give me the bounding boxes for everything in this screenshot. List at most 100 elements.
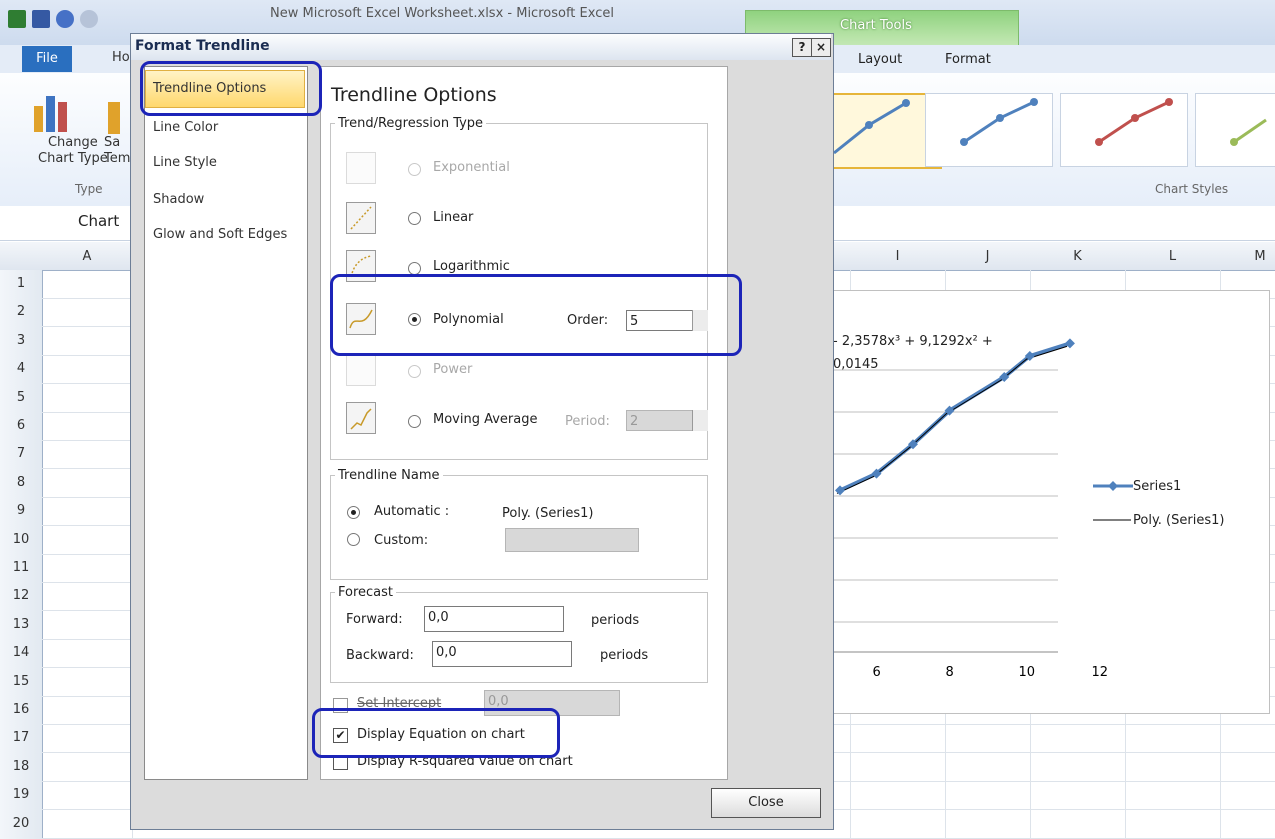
backward-input[interactable]: 0,0 [432, 641, 572, 667]
chart-style-thumb-2[interactable] [925, 93, 1053, 167]
radio-power[interactable] [408, 365, 421, 378]
row-header[interactable]: 4 [0, 361, 42, 376]
row-header[interactable]: 2 [0, 304, 42, 319]
radio-automatic[interactable] [347, 506, 360, 519]
forward-input[interactable]: 0,0 [424, 606, 564, 632]
trend-type-group-label: Trend/Regression Type [338, 116, 484, 131]
dialog-title: Format Trendline [135, 38, 270, 54]
redo-icon[interactable] [80, 10, 98, 28]
period-label: Period: [565, 414, 610, 429]
name-box[interactable]: Chart [78, 212, 119, 230]
row-header[interactable]: 18 [0, 759, 42, 774]
change-chart-type-button[interactable]: Change Chart Type [38, 135, 108, 167]
row-header[interactable]: 10 [0, 532, 42, 547]
window-title: New Microsoft Excel Worksheet.xlsx - Mic… [270, 6, 614, 21]
row-header[interactable]: 3 [0, 333, 42, 348]
save-icon[interactable] [32, 10, 50, 28]
row-header[interactable]: 15 [0, 674, 42, 689]
ribbon-group-chart-styles: Chart Styles [1155, 182, 1229, 196]
nav-line-color[interactable]: Line Color [153, 120, 218, 135]
radio-custom[interactable] [347, 533, 360, 546]
column-header-a[interactable]: A [42, 249, 132, 264]
label-moving-average: Moving Average [433, 412, 538, 427]
chart-tools-label: Chart Tools [840, 18, 912, 33]
pane-title: Trendline Options [331, 84, 497, 106]
row-header[interactable]: 1 [0, 276, 42, 291]
row-header[interactable]: 11 [0, 560, 42, 575]
exponential-icon [346, 152, 376, 184]
row-header[interactable]: 19 [0, 787, 42, 802]
moving-average-icon [346, 402, 376, 434]
plot-area: 6 8 10 12 [828, 338, 1109, 680]
automatic-name-value: Poly. (Series1) [502, 506, 594, 521]
help-button[interactable]: ? [792, 38, 812, 57]
x-tick-label: 10 [1019, 665, 1036, 680]
nav-line-style[interactable]: Line Style [153, 155, 217, 170]
excel-logo-icon [8, 10, 26, 28]
legend-poly[interactable]: Poly. (Series1) [1133, 513, 1224, 528]
category-nav [144, 66, 308, 780]
row-header[interactable]: 9 [0, 503, 42, 518]
tab-layout[interactable]: Layout [858, 52, 902, 67]
nav-shadow[interactable]: Shadow [153, 192, 204, 207]
x-tick-label: 6 [873, 665, 881, 680]
row-header[interactable]: 8 [0, 475, 42, 490]
save-as-template-icon[interactable] [106, 92, 126, 134]
forward-label: Forward: [346, 612, 403, 627]
trendline-equation-tail: 0,0145 [833, 357, 879, 372]
tab-format[interactable]: Format [945, 52, 991, 67]
radio-linear[interactable] [408, 212, 421, 225]
linear-icon [346, 202, 376, 234]
custom-name-input[interactable] [505, 528, 639, 552]
dialog-close-x-button[interactable]: × [811, 38, 831, 57]
row-header[interactable]: 7 [0, 446, 42, 461]
forward-periods-label: periods [591, 613, 640, 628]
chart-style-thumb-3[interactable] [1060, 93, 1188, 167]
column-header-i[interactable]: I [850, 249, 945, 264]
change-chart-type-icon[interactable] [30, 88, 76, 134]
trendline-name-group-label: Trendline Name [338, 468, 440, 483]
gridline [42, 837, 1275, 839]
highlight-display-equation [312, 708, 560, 758]
label-exponential: Exponential [433, 160, 510, 175]
radio-moving-average[interactable] [408, 415, 421, 428]
legend-poly-marker [1093, 519, 1131, 521]
column-header-m[interactable]: M [1220, 249, 1275, 264]
column-header-k[interactable]: K [1030, 249, 1125, 264]
legend-series1[interactable]: Series1 [1133, 479, 1181, 494]
forecast-group-label: Forecast [338, 585, 394, 600]
column-header-j[interactable]: J [945, 249, 1030, 264]
row-header[interactable]: 5 [0, 390, 42, 405]
trendline-equation[interactable]: - 2,3578x³ + 9,1292x² + [833, 334, 993, 349]
highlight-polynomial [330, 274, 742, 356]
x-tick-label: 8 [946, 665, 954, 680]
label-power: Power [433, 362, 473, 377]
row-header[interactable]: 13 [0, 617, 42, 632]
backward-periods-label: periods [600, 648, 649, 663]
row-header[interactable]: 12 [0, 588, 42, 603]
label-logarithmic: Logarithmic [433, 259, 510, 274]
nav-glow-soft-edges[interactable]: Glow and Soft Edges [153, 227, 287, 242]
forecast-group: Forecast [330, 585, 708, 683]
close-button[interactable]: Close [711, 788, 821, 818]
quick-access-toolbar [8, 8, 98, 30]
x-tick-label: 12 [1092, 665, 1109, 680]
save-as-template-button[interactable]: Sa Tem [104, 135, 130, 167]
row-header[interactable]: 6 [0, 418, 42, 433]
row-header[interactable]: 20 [0, 816, 42, 831]
undo-icon[interactable] [56, 10, 74, 28]
tab-home[interactable]: Ho [112, 50, 130, 65]
radio-exponential[interactable] [408, 163, 421, 176]
period-spinner[interactable] [692, 410, 708, 431]
trendline-name-group: Trendline Name [330, 468, 708, 580]
legend-series1-marker [1093, 481, 1133, 491]
row-header[interactable]: 16 [0, 702, 42, 717]
ribbon-group-type: Type [75, 182, 103, 196]
row-header[interactable]: 17 [0, 730, 42, 745]
label-linear: Linear [433, 210, 474, 225]
row-header-bar [0, 270, 43, 839]
column-header-l[interactable]: L [1125, 249, 1220, 264]
row-header[interactable]: 14 [0, 645, 42, 660]
chart-style-thumb-4[interactable] [1195, 93, 1275, 167]
tab-file[interactable]: File [22, 46, 72, 72]
